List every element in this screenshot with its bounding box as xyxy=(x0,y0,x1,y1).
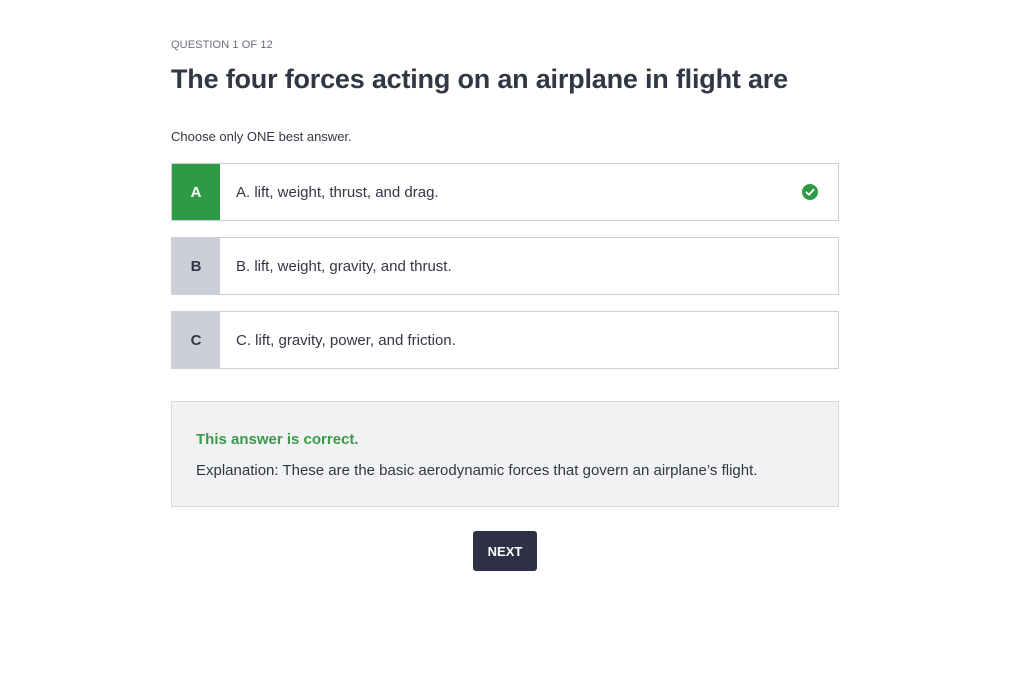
option-letter-c: C xyxy=(172,312,220,368)
option-text-b: B. lift, weight, gravity, and thrust. xyxy=(236,257,452,275)
answer-option-a[interactable]: A A. lift, weight, thrust, and drag. xyxy=(171,163,839,221)
question-title: The four forces acting on an airplane in… xyxy=(171,64,788,94)
next-button[interactable]: NEXT xyxy=(473,531,537,571)
option-text-a: A. lift, weight, thrust, and drag. xyxy=(236,183,439,201)
answer-instruction: Choose only ONE best answer. xyxy=(171,129,352,144)
answer-option-b[interactable]: B B. lift, weight, gravity, and thrust. xyxy=(171,237,839,295)
answer-option-c[interactable]: C C. lift, gravity, power, and friction. xyxy=(171,311,839,369)
option-letter-a: A xyxy=(172,164,220,220)
option-text-c: C. lift, gravity, power, and friction. xyxy=(236,331,456,349)
check-circle-icon xyxy=(802,184,818,200)
answer-feedback-panel: This answer is correct. Explanation: The… xyxy=(171,401,839,507)
option-letter-b: B xyxy=(172,238,220,294)
feedback-status: This answer is correct. xyxy=(196,431,359,448)
question-progress: QUESTION 1 OF 12 xyxy=(171,39,273,51)
feedback-explanation: Explanation: These are the basic aerodyn… xyxy=(196,462,758,479)
